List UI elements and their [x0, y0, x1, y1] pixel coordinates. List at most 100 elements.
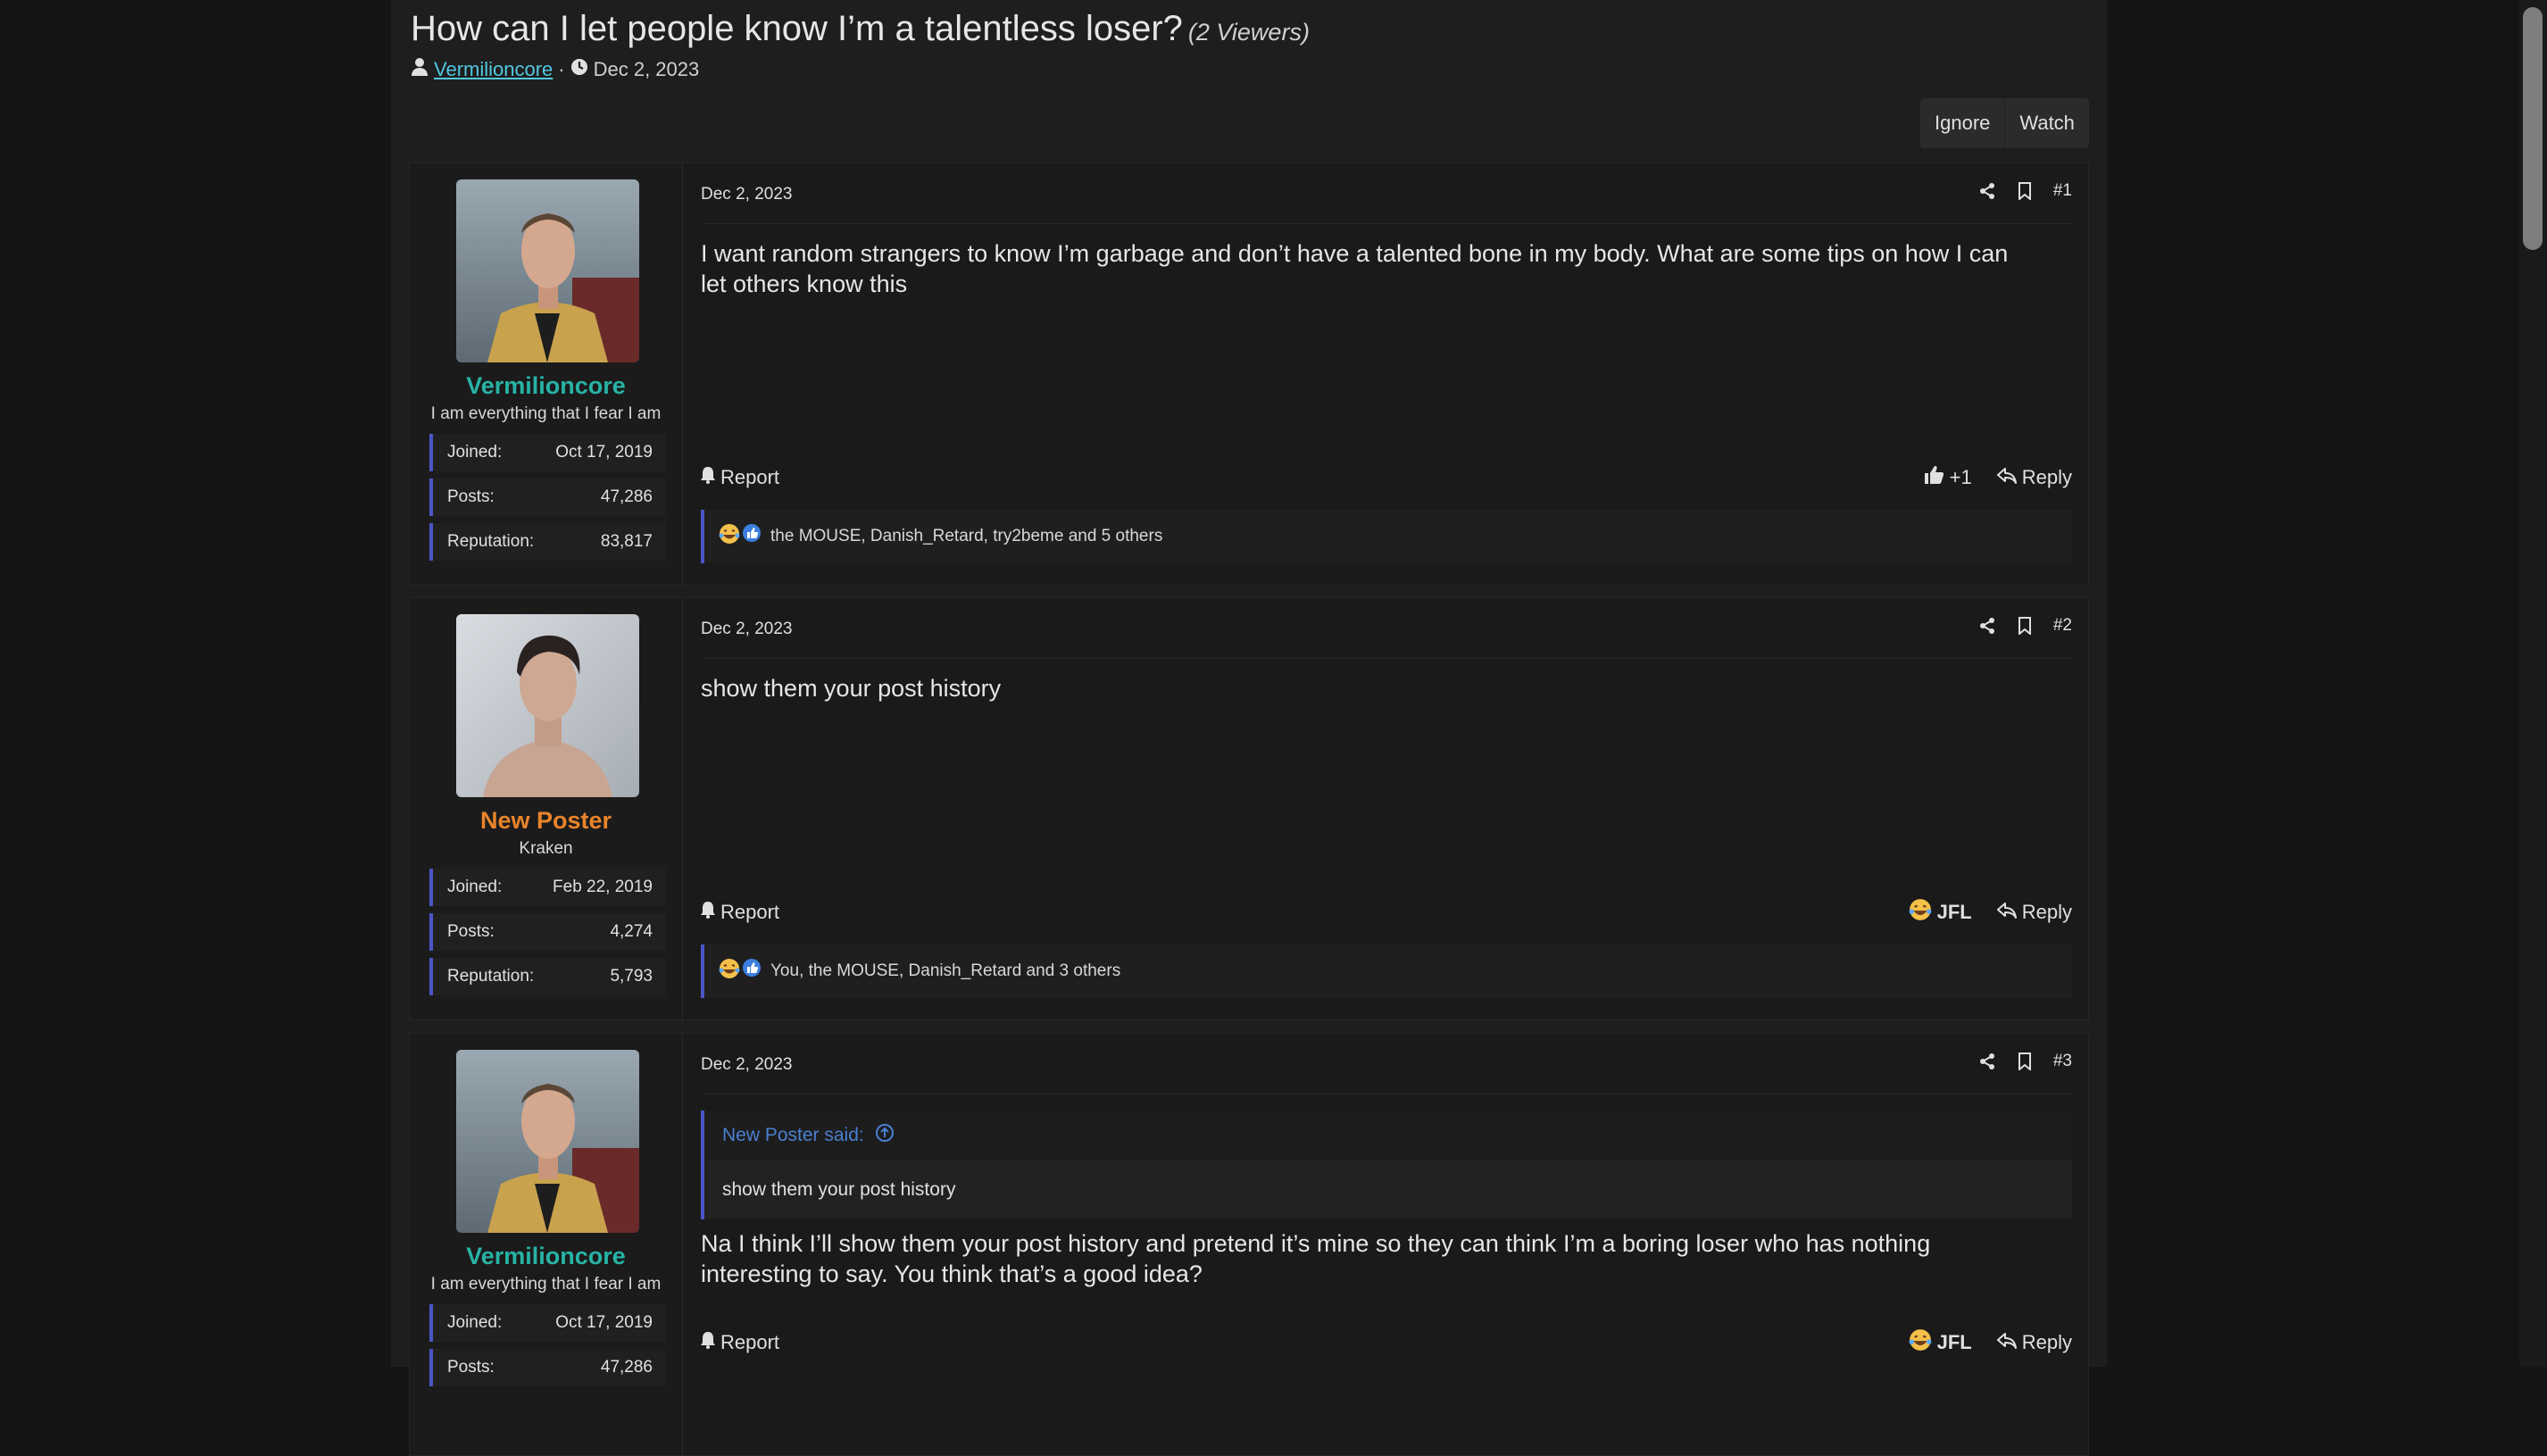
thread-author-link[interactable]: Vermilioncore	[434, 58, 553, 81]
post-footer-actions: JFL Reply	[1909, 898, 2072, 927]
post-number[interactable]: #3	[2053, 1052, 2072, 1071]
bookmark-icon[interactable]	[2018, 182, 2032, 200]
stat-reputation: Reputation: 5,793	[429, 958, 666, 995]
user-icon	[411, 57, 429, 82]
reaction-icons	[719, 958, 762, 985]
react-label: JFL	[1936, 1331, 1972, 1353]
react-button[interactable]: JFL	[1909, 1328, 1972, 1357]
quote-text: show them your post history	[704, 1161, 2072, 1219]
react-button[interactable]: +1	[1923, 465, 1972, 490]
viewers-count[interactable]: (2 Viewers)	[1188, 19, 1310, 46]
share-icon[interactable]	[1978, 182, 1996, 200]
reply-icon	[1996, 1331, 2017, 1354]
reactions-bar[interactable]: You, the MOUSE, Danish_Retard and 3 othe…	[701, 944, 2072, 998]
post-body: I want random strangers to know I’m garb…	[701, 240, 2009, 297]
quote-author[interactable]: New Poster said:	[722, 1125, 864, 1146]
post-user-cell: Vermilioncore I am everything that I fea…	[410, 163, 683, 585]
stat-label: Joined:	[447, 443, 503, 462]
laughing-emoji-icon	[1909, 1328, 1932, 1357]
stat-posts: Posts: 4,274	[429, 913, 666, 951]
laughing-emoji-icon	[719, 523, 740, 550]
report-label: Report	[720, 466, 780, 488]
stat-label: Joined:	[447, 1313, 503, 1332]
report-button[interactable]: Report	[701, 466, 779, 489]
scrollbar-thumb[interactable]	[2523, 7, 2543, 250]
arrow-up-circle-icon[interactable]	[875, 1123, 895, 1148]
watch-button[interactable]: Watch	[2004, 98, 2089, 148]
post-number[interactable]: #2	[2053, 616, 2072, 636]
user-title: Kraken	[519, 839, 573, 858]
post-footer: Report JFL Reply	[701, 894, 2072, 930]
reactions-text[interactable]: the MOUSE, Danish_Retard, try2beme and 5…	[770, 527, 1162, 546]
user-title: I am everything that I fear I am	[430, 404, 662, 423]
post-date[interactable]: Dec 2, 2023	[701, 185, 792, 204]
report-label: Report	[720, 901, 780, 923]
stat-value: Oct 17, 2019	[555, 1313, 653, 1332]
post-footer-actions: JFL Reply	[1909, 1328, 2072, 1357]
stat-value: Feb 22, 2019	[553, 878, 653, 896]
reply-icon	[1996, 901, 2017, 924]
post-2: New Poster Kraken Joined: Feb 22, 2019 Po…	[409, 597, 2089, 1020]
post-date[interactable]: Dec 2, 2023	[701, 1055, 792, 1075]
bell-icon	[701, 1331, 715, 1354]
reply-button[interactable]: Reply	[1996, 466, 2072, 489]
thread-meta: Vermilioncore · Dec 2, 2023	[411, 57, 699, 82]
post-footer: Report JFL Reply	[701, 1325, 2072, 1360]
thread-title: How can I let people know I’m a talentle…	[411, 9, 1310, 49]
reply-label: Reply	[2021, 1331, 2072, 1353]
ignore-button[interactable]: Ignore	[1920, 98, 2004, 148]
thread-actions: Ignore Watch	[1920, 98, 2089, 148]
bookmark-icon[interactable]	[2018, 1052, 2032, 1070]
username[interactable]: Vermilioncore	[410, 1243, 682, 1270]
report-label: Report	[720, 1331, 780, 1353]
thread-title-text: How can I let people know I’m a talentle…	[411, 9, 1183, 48]
reply-label: Reply	[2021, 901, 2072, 923]
reactions-bar[interactable]: the MOUSE, Danish_Retard, try2beme and 5…	[701, 510, 2072, 563]
avatar[interactable]	[456, 179, 639, 362]
share-icon[interactable]	[1978, 1052, 1996, 1070]
react-label: JFL	[1936, 901, 1972, 923]
like-badge-icon	[742, 523, 762, 550]
report-button[interactable]: Report	[701, 901, 779, 924]
post-content: Dec 2, 2023 #2 show them your post histo…	[682, 598, 2088, 1019]
post-tools: #1	[1978, 181, 2072, 201]
username[interactable]: Vermilioncore	[410, 372, 682, 400]
avatar[interactable]	[456, 1050, 639, 1233]
bookmark-icon[interactable]	[2018, 617, 2032, 635]
reactions-text[interactable]: You, the MOUSE, Danish_Retard and 3 othe…	[770, 961, 1120, 981]
stat-joined: Joined: Oct 17, 2019	[429, 1304, 666, 1342]
post-number[interactable]: #1	[2053, 181, 2072, 201]
user-title: I am everything that I fear I am	[430, 1275, 662, 1294]
post-tools: #3	[1978, 1052, 2072, 1071]
post-date[interactable]: Dec 2, 2023	[701, 620, 792, 639]
stat-value: Oct 17, 2019	[555, 443, 653, 462]
post-content: Dec 2, 2023 #1 I want random strangers t…	[682, 163, 2088, 585]
post-user-cell: Vermilioncore I am everything that I fea…	[410, 1034, 683, 1455]
stat-value: 4,274	[610, 922, 653, 941]
page-scrollbar[interactable]	[2519, 0, 2547, 1367]
report-button[interactable]: Report	[701, 1331, 779, 1354]
post-divider	[701, 658, 2072, 659]
post-body: show them your post history	[701, 675, 1002, 702]
react-button[interactable]: JFL	[1909, 898, 1972, 927]
post-divider	[701, 223, 2072, 224]
thread-date[interactable]: Dec 2, 2023	[594, 58, 700, 81]
username[interactable]: New Poster	[410, 807, 682, 835]
share-icon[interactable]	[1978, 617, 1996, 635]
post-tools: #2	[1978, 616, 2072, 636]
reply-button[interactable]: Reply	[1996, 901, 2072, 924]
stat-value: 47,286	[600, 1358, 653, 1377]
thumbs-up-icon	[1923, 465, 1944, 490]
stat-joined: Joined: Oct 17, 2019	[429, 434, 666, 471]
stat-posts: Posts: 47,286	[429, 1349, 666, 1386]
laughing-emoji-icon	[719, 958, 740, 985]
post-body: Na I think I’ll show them your post hist…	[701, 1230, 1931, 1287]
meta-separator: ·	[558, 58, 565, 80]
quote-header[interactable]: New Poster said:	[704, 1111, 2072, 1161]
stat-value: 47,286	[600, 487, 653, 506]
stat-reputation: Reputation: 83,817	[429, 523, 666, 561]
stat-label: Reputation:	[447, 967, 535, 986]
reply-button[interactable]: Reply	[1996, 1331, 2072, 1354]
avatar[interactable]	[456, 614, 639, 797]
post-user-cell: New Poster Kraken Joined: Feb 22, 2019 Po…	[410, 598, 683, 1019]
